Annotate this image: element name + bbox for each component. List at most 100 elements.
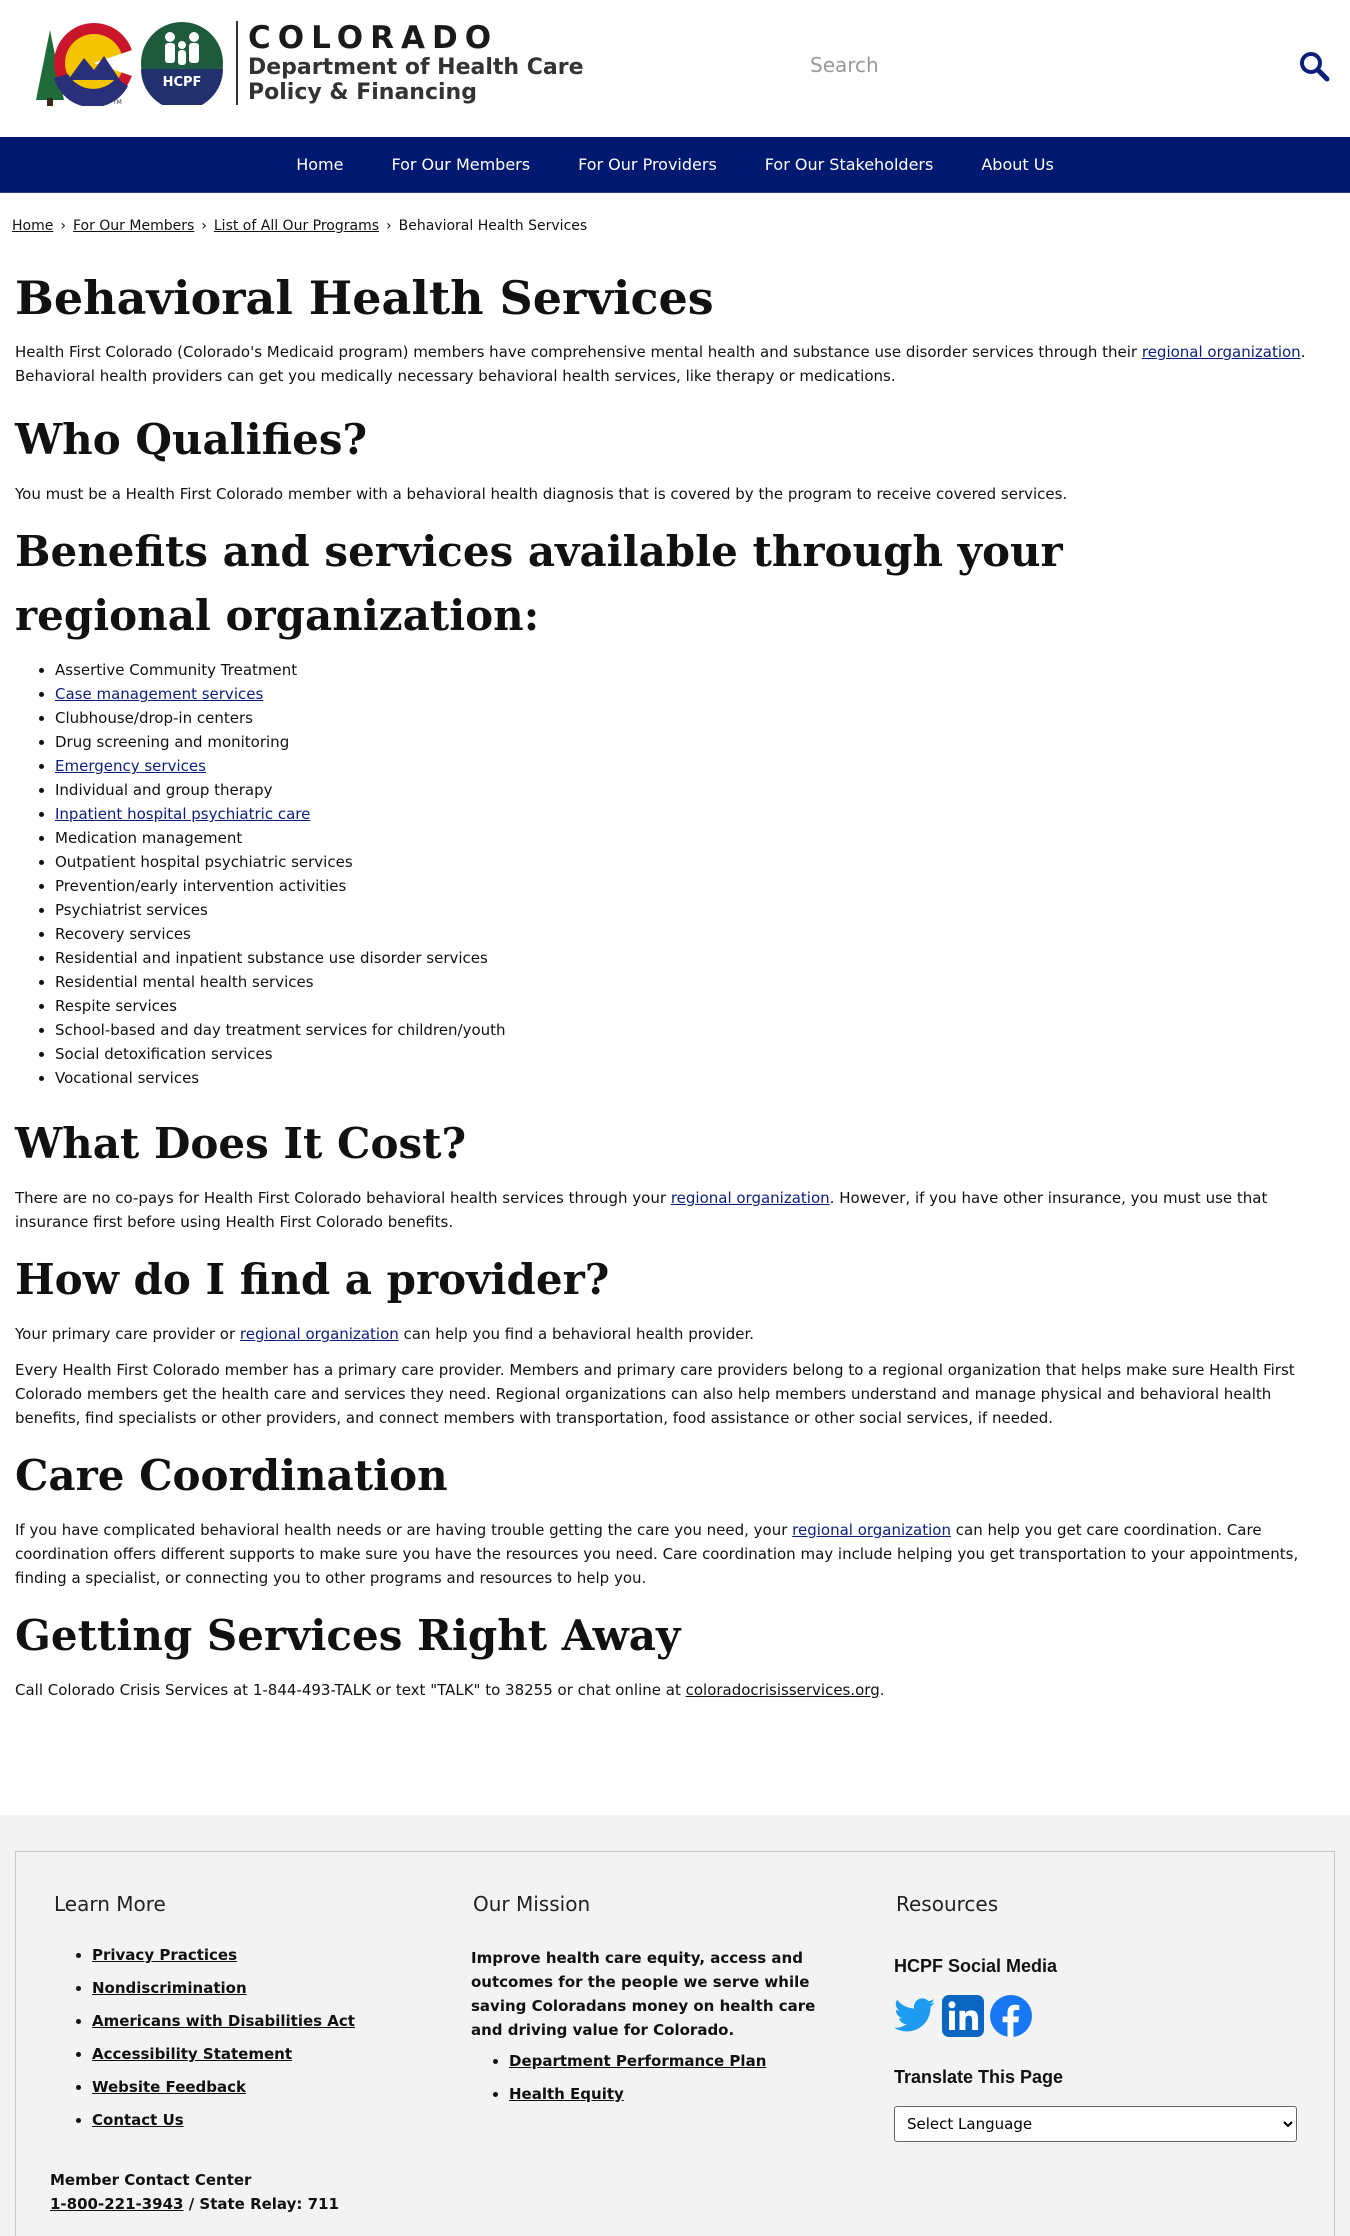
mission-statement: Improve health care equity, access and o…	[471, 1949, 816, 2039]
regional-organization-link[interactable]: regional organization	[792, 1521, 951, 1539]
footer-list-item: Contact Us	[92, 2111, 355, 2129]
member-contact-center: Member Contact Center 1-800-221-3943 / S…	[50, 2168, 339, 2216]
website-feedback-link[interactable]: Website Feedback	[92, 2078, 246, 2096]
benefit-item: Clubhouse/drop-in centers	[55, 706, 1335, 730]
breadcrumb-for-our-members[interactable]: For Our Members	[73, 218, 194, 234]
site-footer: Learn More Privacy Practices Nondiscrimi…	[0, 1815, 1350, 2236]
nav-home[interactable]: Home	[296, 155, 343, 174]
regional-organization-link[interactable]: regional organization	[1142, 343, 1301, 361]
breadcrumb-separator: ›	[386, 218, 392, 234]
breadcrumb-separator: ›	[201, 218, 207, 234]
benefit-item: Individual and group therapy	[55, 778, 1335, 802]
footer-panel: Learn More Privacy Practices Nondiscrimi…	[15, 1851, 1335, 2236]
site-logo[interactable]: TM HCPF COLORADO Department of Health Ca…	[28, 20, 584, 106]
benefit-item: Emergency services	[55, 754, 1335, 778]
footer-list-item: Website Feedback	[92, 2078, 355, 2096]
contact-center-label: Member Contact Center	[50, 2171, 252, 2189]
social-links	[894, 1995, 1297, 2037]
footer-list-item: Department Performance Plan	[509, 2052, 851, 2070]
logo-subtitle-line2: Policy & Financing	[248, 80, 477, 105]
logo-subtitle-line1: Department of Health Care	[248, 55, 584, 80]
footer-our-mission: Our Mission Improve health care equity, …	[471, 1892, 851, 2118]
nav-for-our-stakeholders[interactable]: For Our Stakeholders	[765, 155, 934, 174]
who-qualifies-text: You must be a Health First Colorado memb…	[15, 485, 1068, 503]
benefit-item: Prevention/early intervention activities	[55, 874, 1335, 898]
crisis-text-end: .	[879, 1681, 885, 1699]
benefit-item: Assertive Community Treatment	[55, 658, 1335, 682]
who-qualifies-heading: Who Qualifies?	[15, 415, 368, 464]
breadcrumb-home[interactable]: Home	[12, 218, 53, 234]
benefit-item: Medication management	[55, 826, 1335, 850]
benefit-item: Inpatient hospital psychiatric care	[55, 802, 1335, 826]
benefit-item: Residential mental health services	[55, 970, 1335, 994]
primary-care-paragraph: Every Health First Colorado member has a…	[15, 1361, 1295, 1427]
ada-link[interactable]: Americans with Disabilities Act	[92, 2012, 355, 2030]
search-bar	[810, 40, 1330, 90]
breadcrumb-list-of-programs[interactable]: List of All Our Programs	[214, 218, 379, 234]
translate-heading: Translate This Page	[894, 2067, 1064, 2087]
svg-text:TM: TM	[112, 99, 122, 106]
colorado-c-logo-icon: TM	[36, 23, 135, 106]
nav-for-our-providers[interactable]: For Our Providers	[578, 155, 717, 174]
benefit-item: Residential and inpatient substance use …	[55, 946, 1335, 970]
benefit-item: Respite services	[55, 994, 1335, 1018]
footer-learn-more: Learn More Privacy Practices Nondiscrimi…	[54, 1892, 355, 2144]
health-equity-link[interactable]: Health Equity	[509, 2085, 624, 2103]
accessibility-statement-link[interactable]: Accessibility Statement	[92, 2045, 292, 2063]
benefit-item: Vocational services	[55, 1066, 1335, 1090]
hcpf-badge-text: HCPF	[163, 75, 202, 90]
benefits-list: Assertive Community Treatment Case manage…	[55, 658, 1335, 1090]
language-select[interactable]: Select Language	[894, 2106, 1297, 2142]
twitter-icon[interactable]	[894, 1997, 936, 2035]
crisis-services-paragraph: Call Colorado Crisis Services at 1-844-4…	[15, 1678, 1335, 1702]
nav-for-our-members[interactable]: For Our Members	[391, 155, 530, 174]
nondiscrimination-link[interactable]: Nondiscrimination	[92, 1979, 247, 1997]
breadcrumb: Home › For Our Members › List of All Our…	[12, 218, 587, 234]
provider-text: Your primary care provider or	[15, 1325, 240, 1343]
crisis-services-link[interactable]: coloradocrisisservices.org	[686, 1681, 880, 1699]
benefit-item: Outpatient hospital psychiatric services	[55, 850, 1335, 874]
provider-text-end: can help you find a behavioral health pr…	[398, 1325, 755, 1343]
search-input[interactable]	[810, 40, 1330, 90]
nav-about-us[interactable]: About Us	[981, 155, 1053, 174]
regional-organization-link[interactable]: regional organization	[671, 1189, 830, 1207]
cost-text: There are no co-pays for Health First Co…	[15, 1189, 671, 1207]
footer-resources: Resources HCPF Social Media Translate Th…	[894, 1892, 1297, 2142]
crisis-text: Call Colorado Crisis Services at 1-844-4…	[15, 1681, 686, 1699]
contact-us-link[interactable]: Contact Us	[92, 2111, 184, 2129]
site-header: TM HCPF COLORADO Department of Health Ca…	[0, 0, 1350, 137]
page-title: Behavioral Health Services	[15, 271, 714, 325]
state-relay-text: / State Relay: 711	[183, 2195, 339, 2213]
performance-plan-link[interactable]: Department Performance Plan	[509, 2052, 766, 2070]
search-icon[interactable]	[1298, 50, 1330, 82]
benefit-item: Drug screening and monitoring	[55, 730, 1335, 754]
cost-paragraph: There are no co-pays for Health First Co…	[15, 1186, 1335, 1234]
logo-divider	[236, 21, 238, 105]
services-right-away-heading: Getting Services Right Away	[15, 1611, 681, 1660]
benefit-item: Recovery services	[55, 922, 1335, 946]
benefit-link[interactable]: Inpatient hospital psychiatric care	[55, 805, 310, 823]
main-content: Behavioral Health Services Health First …	[15, 270, 1335, 1714]
footer-list-item: Accessibility Statement	[92, 2045, 355, 2063]
social-media-heading: HCPF Social Media	[894, 1956, 1058, 1976]
care-coordination-heading: Care Coordination	[15, 1451, 448, 1500]
linkedin-icon[interactable]	[942, 1995, 984, 2037]
benefit-link[interactable]: Case management services	[55, 685, 263, 703]
main-nav: Home For Our Members For Our Providers F…	[0, 137, 1350, 193]
care-text: If you have complicated behavioral healt…	[15, 1521, 793, 1539]
benefit-link[interactable]: Emergency services	[55, 757, 206, 775]
resources-heading: Resources	[896, 1892, 999, 1916]
intro-paragraph: Health First Colorado (Colorado's Medica…	[15, 340, 1335, 388]
facebook-icon[interactable]	[990, 1995, 1032, 2037]
contact-phone-link[interactable]: 1-800-221-3943	[50, 2195, 183, 2213]
benefits-heading: Benefits and services available through …	[15, 527, 1063, 640]
footer-list-item: Nondiscrimination	[92, 1979, 355, 1997]
privacy-practices-link[interactable]: Privacy Practices	[92, 1946, 237, 1964]
footer-list-item: Health Equity	[509, 2085, 851, 2103]
benefit-item: Social detoxification services	[55, 1042, 1335, 1066]
intro-text: Health First Colorado (Colorado's Medica…	[15, 343, 1142, 361]
regional-organization-link[interactable]: regional organization	[240, 1325, 399, 1343]
logo-title: COLORADO	[248, 20, 499, 56]
care-coordination-paragraph: If you have complicated behavioral healt…	[15, 1518, 1335, 1590]
learn-more-heading: Learn More	[54, 1892, 166, 1916]
